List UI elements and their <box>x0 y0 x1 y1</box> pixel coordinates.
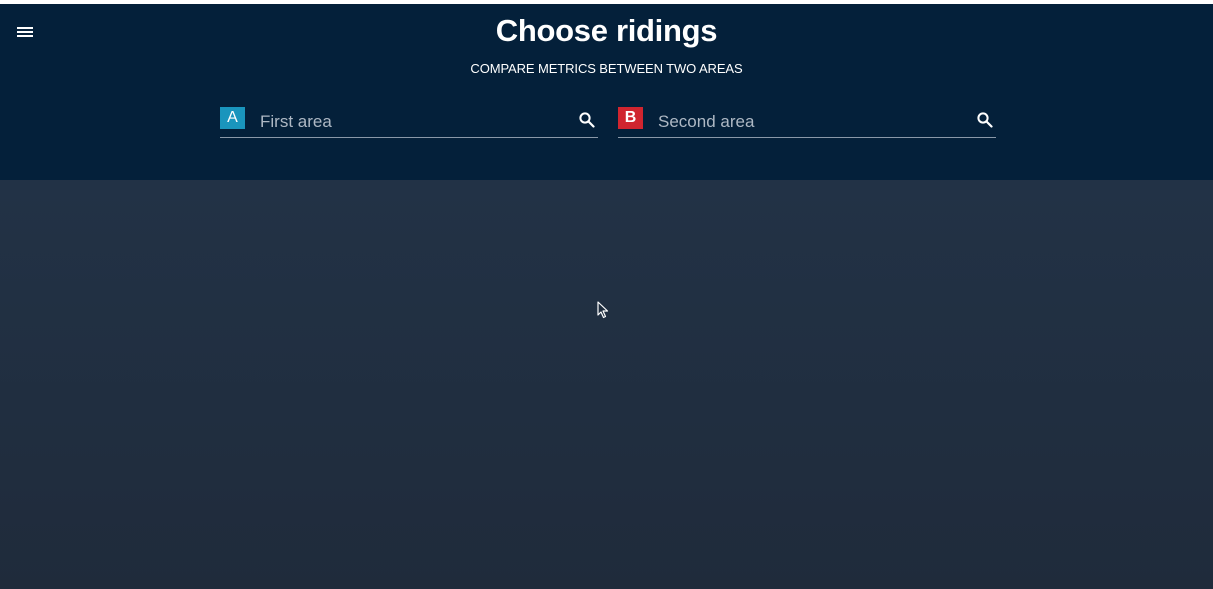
first-area-search-button[interactable] <box>578 111 596 129</box>
search-icon <box>977 112 993 128</box>
area-a-badge: A <box>220 107 245 129</box>
second-area-input[interactable] <box>658 110 958 134</box>
app-window: Choose ridings COMPARE METRICS BETWEEN T… <box>0 4 1213 589</box>
comparison-content-area <box>0 180 1213 589</box>
first-area-input[interactable] <box>260 110 560 134</box>
page-subtitle: COMPARE METRICS BETWEEN TWO AREAS <box>470 61 743 76</box>
first-area-search-field: A <box>220 106 598 138</box>
second-area-search-field: B <box>618 106 996 138</box>
area-b-badge: B <box>618 107 643 129</box>
mouse-cursor-icon <box>597 301 609 319</box>
page-header: Choose ridings COMPARE METRICS BETWEEN T… <box>0 4 1213 180</box>
second-area-search-button[interactable] <box>976 111 994 129</box>
page-title: Choose ridings <box>495 13 718 48</box>
search-icon <box>579 112 595 128</box>
